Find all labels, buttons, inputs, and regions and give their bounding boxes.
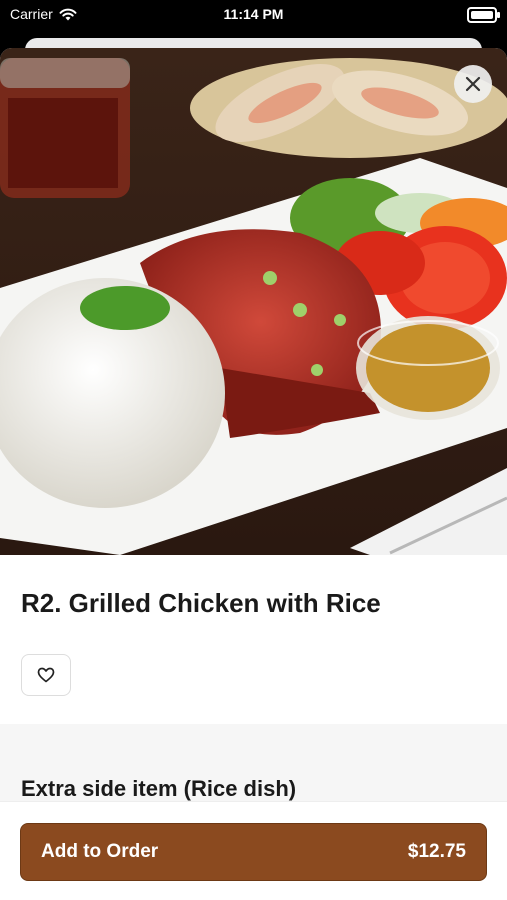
heart-icon (37, 667, 55, 683)
battery-icon (467, 7, 500, 23)
item-photo (0, 48, 507, 555)
section-title: Extra side item (Rice dish) (21, 776, 297, 801)
item-title: R2. Grilled Chicken with Rice (21, 588, 381, 618)
order-price: $12.75 (407, 841, 466, 862)
add-to-order-button[interactable]: Add to Order $12.75 (20, 823, 487, 881)
order-footer: Add to Order $12.75 (0, 801, 507, 900)
item-detail-sheet: R2. Grilled Chicken with Rice Extra side… (0, 48, 507, 900)
close-button[interactable] (454, 65, 492, 103)
close-icon (465, 76, 481, 92)
favorite-button[interactable] (21, 654, 71, 696)
status-time: 11:14 PM (223, 6, 284, 22)
status-bar: Carrier 11:14 PM (0, 0, 507, 30)
add-to-order-label: Add to Order (41, 841, 159, 862)
